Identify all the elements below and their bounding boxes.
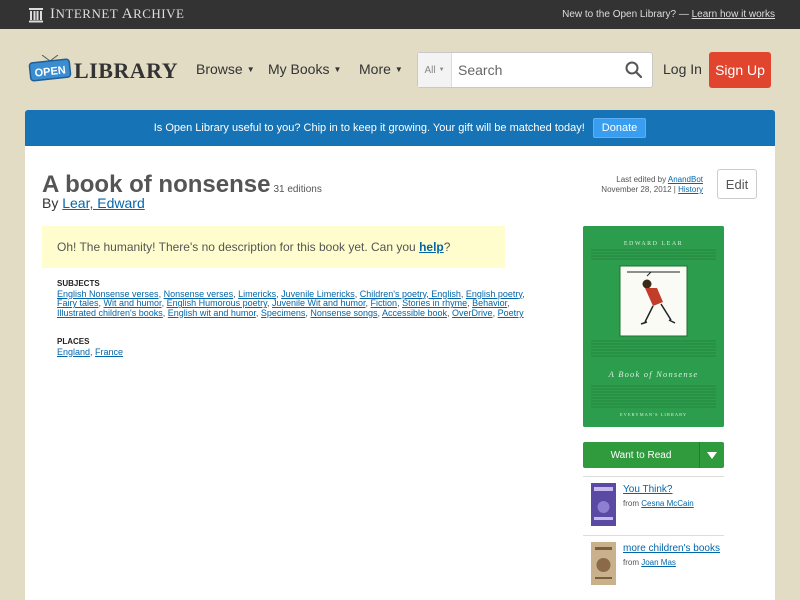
list-owner: from Joan Mas bbox=[623, 558, 676, 567]
nav-browse[interactable]: Browse ▼ bbox=[196, 61, 255, 77]
tag-link[interactable]: Stories in rhyme bbox=[402, 298, 467, 308]
tag-link[interactable]: Specimens bbox=[261, 308, 306, 318]
open-library-logo[interactable]: OPEN LIBRARY bbox=[28, 49, 178, 87]
tag-link[interactable]: English wit and humor bbox=[168, 308, 256, 318]
open-sign-icon: OPEN bbox=[28, 55, 72, 82]
cover-art: EDWARD LEAR A Book of Nonsense EVERYMAN'… bbox=[583, 226, 724, 427]
tag-link[interactable]: Poetry bbox=[498, 308, 524, 318]
tag-link[interactable]: Fairy tales bbox=[57, 298, 99, 308]
nav-more[interactable]: More ▼ bbox=[359, 61, 403, 77]
tag-link[interactable]: France bbox=[95, 347, 123, 357]
donate-message: Is Open Library useful to you? Chip in t… bbox=[153, 122, 585, 134]
internet-archive-name: INTERNET ARCHIVE bbox=[50, 6, 185, 22]
separator: , bbox=[522, 288, 525, 299]
separator: , bbox=[507, 298, 510, 309]
svg-text:EDWARD LEAR: EDWARD LEAR bbox=[624, 241, 683, 247]
donate-button[interactable]: Donate bbox=[592, 118, 647, 138]
list-owner: from Cesna McCain bbox=[623, 499, 694, 508]
tag-link[interactable]: Behavior bbox=[472, 298, 507, 308]
list-title-link[interactable]: more children's books bbox=[623, 543, 720, 554]
donate-banner: Is Open Library useful to you? Chip in t… bbox=[25, 110, 775, 146]
places-list: England, France bbox=[57, 347, 527, 358]
last-edited-info: Last edited by AnandBot November 28, 201… bbox=[601, 175, 703, 194]
help-link[interactable]: help bbox=[419, 240, 444, 254]
search-input[interactable] bbox=[458, 61, 608, 79]
list-item[interactable]: more children's books from Joan Mas bbox=[583, 535, 724, 595]
caret-down-icon: ▼ bbox=[246, 65, 255, 74]
byline: By Lear, Edward bbox=[42, 195, 145, 211]
login-link[interactable]: Log In bbox=[663, 61, 702, 77]
list-owner-link[interactable]: Cesna McCain bbox=[641, 499, 693, 508]
tag-link[interactable]: England bbox=[57, 347, 90, 357]
history-link[interactable]: History bbox=[678, 185, 703, 194]
no-description-notice: Oh! The humanity! There's no description… bbox=[42, 226, 505, 268]
tag-link[interactable]: Nonsense songs bbox=[310, 308, 377, 318]
caret-down-icon: ▼ bbox=[438, 67, 445, 73]
tag-link[interactable]: English Nonsense verses bbox=[57, 289, 159, 299]
tag-link[interactable]: Juvenile Wit and humor bbox=[272, 298, 366, 308]
tag-link[interactable]: Children's poetry, English bbox=[360, 289, 461, 299]
tag-link[interactable]: English poetry bbox=[466, 289, 522, 299]
editions-count[interactable]: 31 editions bbox=[273, 184, 321, 195]
tag-link[interactable]: Illustrated children's books bbox=[57, 308, 163, 318]
edit-button[interactable]: Edit bbox=[717, 169, 757, 199]
list-owner-link[interactable]: Joan Mas bbox=[641, 558, 676, 567]
svg-text:A Book of Nonsense: A Book of Nonsense bbox=[608, 369, 699, 379]
tag-link[interactable]: Juvenile Limericks bbox=[281, 289, 355, 299]
tag-link[interactable]: Fiction bbox=[371, 298, 398, 308]
places-section: PLACES England, France bbox=[57, 337, 527, 357]
search-bar: All ▼ bbox=[417, 52, 653, 88]
subjects-list: English Nonsense verses, Nonsense verses… bbox=[57, 288, 527, 319]
tag-link[interactable]: Limericks bbox=[238, 289, 276, 299]
list-item[interactable]: You Think? from Cesna McCain bbox=[583, 476, 724, 536]
caret-down-icon: ▼ bbox=[394, 65, 403, 74]
book-cover[interactable]: EDWARD LEAR A Book of Nonsense EVERYMAN'… bbox=[583, 226, 724, 427]
internet-archive-bar: INTERNET ARCHIVE New to the Open Library… bbox=[0, 0, 800, 29]
caret-down-icon bbox=[707, 451, 717, 459]
archive-building-icon bbox=[29, 7, 43, 22]
reading-list-dropdown[interactable] bbox=[699, 442, 724, 468]
list-cover-thumbnail[interactable] bbox=[591, 542, 616, 585]
tag-link[interactable]: Accessible book bbox=[382, 308, 447, 318]
search-scope-select[interactable]: All ▼ bbox=[418, 53, 452, 87]
search-icon[interactable] bbox=[624, 60, 644, 80]
new-user-prompt: New to the Open Library? — Learn how it … bbox=[562, 9, 775, 20]
site-header: OPEN LIBRARY Browse ▼ My Books ▼ More ▼ All… bbox=[0, 29, 800, 109]
list-cover-thumbnail[interactable] bbox=[591, 483, 616, 526]
list-title-link[interactable]: You Think? bbox=[623, 484, 673, 495]
last-editor-link[interactable]: AnandBot bbox=[668, 175, 703, 184]
tag-link[interactable]: English Humorous poetry bbox=[167, 298, 267, 308]
library-wordmark: LIBRARY bbox=[74, 58, 179, 83]
author-link[interactable]: Lear, Edward bbox=[62, 195, 145, 211]
signup-button[interactable]: Sign Up bbox=[709, 52, 771, 88]
learn-how-link[interactable]: Learn how it works bbox=[692, 9, 775, 20]
tag-link[interactable]: OverDrive bbox=[452, 308, 493, 318]
caret-down-icon: ▼ bbox=[333, 65, 342, 74]
subjects-section: SUBJECTS English Nonsense verses, Nonsen… bbox=[57, 279, 527, 318]
work-page: A book of nonsense 31 editions By Lear, E… bbox=[25, 146, 775, 600]
nav-my-books[interactable]: My Books ▼ bbox=[268, 61, 341, 77]
svg-text:EVERYMAN'S LIBRARY: EVERYMAN'S LIBRARY bbox=[620, 412, 687, 417]
subjects-heading: SUBJECTS bbox=[57, 279, 100, 288]
tag-link[interactable]: Nonsense verses bbox=[164, 289, 234, 299]
places-heading: PLACES bbox=[57, 337, 90, 346]
tag-link[interactable]: Wit and humor bbox=[104, 298, 162, 308]
internet-archive-logo[interactable]: INTERNET ARCHIVE bbox=[28, 6, 184, 23]
want-to-read-button[interactable]: Want to Read bbox=[583, 442, 724, 468]
